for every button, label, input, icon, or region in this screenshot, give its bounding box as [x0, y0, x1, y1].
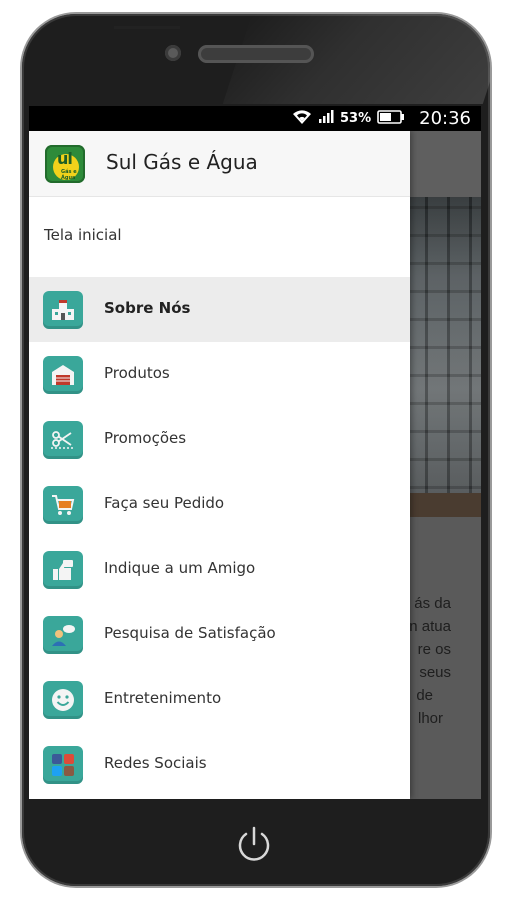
background-text-line: seus — [419, 664, 451, 681]
thumbs-up-icon — [43, 551, 83, 589]
scissors-coupon-icon — [43, 421, 83, 459]
earpiece-speaker — [198, 45, 314, 63]
drawer-item-redes-sociais[interactable]: Redes Sociais — [29, 732, 410, 797]
drawer-item-pesquisa-de-satisfacao[interactable]: Pesquisa de Satisfação — [29, 602, 410, 667]
drawer-item-label: Redes Sociais — [104, 754, 207, 772]
drawer-item-label: Tela inicial — [44, 226, 122, 244]
device-screen: 53% 20:36 ás da n atua re os seus de lho… — [29, 106, 481, 799]
survey-person-icon — [43, 616, 83, 654]
drawer-item-label: Promoções — [104, 429, 187, 447]
background-text-line: n atua — [409, 618, 451, 635]
clock: 20:36 — [419, 108, 471, 129]
wifi-icon — [292, 109, 312, 129]
logo-text: ul — [57, 149, 73, 168]
warehouse-icon — [43, 356, 83, 394]
drawer-menu: Sobre Nós Produtos Promoções Faça seu Pe… — [29, 277, 410, 797]
status-bar: 53% 20:36 — [29, 106, 481, 131]
smiley-face-icon — [43, 681, 83, 719]
drawer-item-label: Indique a um Amigo — [104, 559, 256, 577]
drawer-header: ul Gás e Água Sul Gás e Água — [29, 131, 410, 197]
signal-icon — [318, 109, 334, 128]
social-networks-icon — [43, 746, 83, 784]
navigation-drawer: ul Gás e Água Sul Gás e Água Tela inicia… — [29, 131, 410, 799]
drawer-item-produtos[interactable]: Produtos — [29, 342, 410, 407]
background-text-line: ás da — [414, 595, 451, 612]
drawer-item-home[interactable]: Tela inicial — [29, 197, 410, 273]
battery-icon — [377, 109, 405, 128]
background-text-line: re os — [417, 641, 451, 658]
drawer-item-label: Faça seu Pedido — [104, 494, 225, 512]
shopping-cart-icon — [43, 486, 83, 524]
drawer-item-indique-a-um-amigo[interactable]: Indique a um Amigo — [29, 537, 410, 602]
company-building-icon — [43, 291, 83, 329]
drawer-item-promocoes[interactable]: Promoções — [29, 407, 410, 472]
app-title: Sul Gás e Água — [106, 150, 258, 174]
front-camera — [165, 45, 181, 61]
drawer-item-label: Entretenimento — [104, 689, 222, 707]
phone-top-edge — [114, 26, 180, 29]
drawer-item-label: Pesquisa de Satisfação — [104, 624, 276, 642]
logo-subtext: Gás e Água — [61, 169, 77, 181]
background-text-line: de — [416, 687, 433, 704]
drawer-item-entretenimento[interactable]: Entretenimento — [29, 667, 410, 732]
app-logo: ul Gás e Água — [45, 145, 85, 183]
drawer-item-faca-seu-pedido[interactable]: Faça seu Pedido — [29, 472, 410, 537]
drawer-item-label: Sobre Nós — [104, 299, 191, 317]
drawer-item-sobre-nos[interactable]: Sobre Nós — [29, 277, 410, 342]
battery-percent: 53% — [340, 111, 372, 126]
power-icon[interactable] — [232, 822, 276, 866]
drawer-item-label: Produtos — [104, 364, 170, 382]
background-text-line: lhor — [417, 710, 443, 727]
